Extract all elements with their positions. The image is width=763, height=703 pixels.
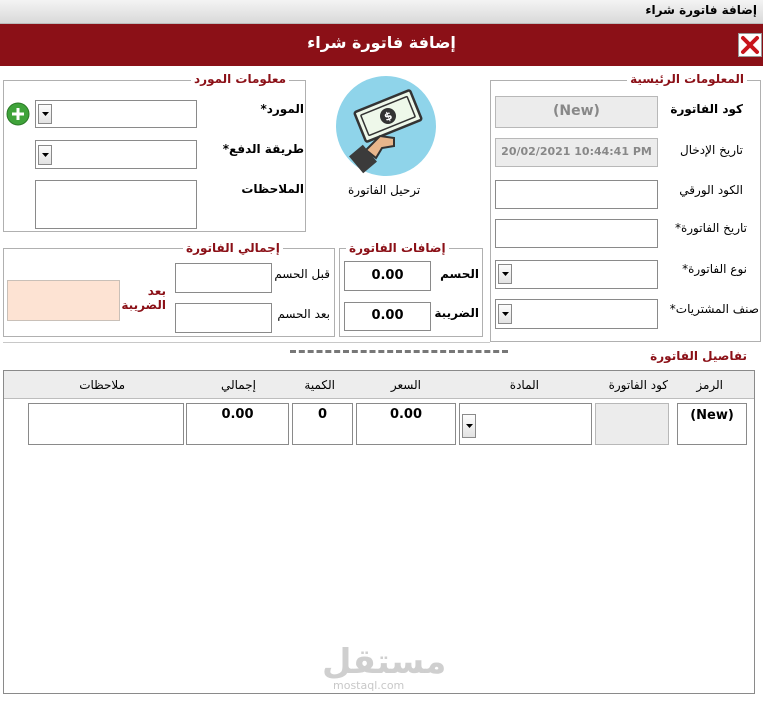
- row-price-input[interactable]: 0.00: [356, 403, 456, 445]
- column-header-total: إجمالي: [220, 378, 256, 392]
- dropdown-arrow-icon: [465, 424, 473, 428]
- invoice-additions-legend: إضافات الفاتورة: [346, 241, 449, 255]
- column-header-item: المادة: [509, 378, 539, 392]
- after-discount-field: [175, 303, 272, 333]
- column-header-price: السعر: [390, 378, 421, 392]
- payment-method-select[interactable]: [35, 140, 197, 169]
- supplier-dropdown-button[interactable]: [38, 104, 52, 124]
- paper-code-input[interactable]: [495, 180, 658, 209]
- window-title: إضافة فاتورة شراء: [645, 3, 757, 17]
- add-icon: [6, 102, 30, 126]
- invoice-date-label: تاريخ الفاتورة*: [674, 221, 747, 235]
- form-title: إضافة فاتورة شراء: [307, 33, 456, 52]
- purchase-class-select[interactable]: [495, 299, 658, 329]
- row-invoice-code-field: [595, 403, 669, 445]
- invoice-type-select[interactable]: [495, 260, 658, 289]
- row-total-field: 0.00: [186, 403, 289, 445]
- close-button[interactable]: [738, 33, 762, 57]
- before-discount-field: [175, 263, 272, 293]
- column-header-code: الرمز: [696, 378, 723, 392]
- row-item-dropdown-button[interactable]: [462, 414, 476, 438]
- row-notes-input[interactable]: [28, 403, 184, 445]
- close-icon: [741, 36, 759, 54]
- watermark-logo: مستقل: [322, 642, 447, 682]
- post-invoice-button[interactable]: $: [336, 76, 436, 176]
- post-invoice-label: ترحيل الفاتورة: [348, 183, 421, 197]
- money-hand-icon: $: [336, 76, 436, 176]
- purchase-class-dropdown-button[interactable]: [498, 304, 512, 324]
- dropdown-arrow-icon: [501, 272, 509, 276]
- supplier-notes-label: الملاحظات: [241, 182, 304, 196]
- invoice-code-label: كود الفاتورة: [670, 102, 743, 116]
- row-item-select[interactable]: [459, 403, 592, 445]
- column-header-notes: ملاحظات: [79, 378, 125, 392]
- supplier-info-legend: معلومات المورد: [191, 72, 290, 86]
- entry-date-label: تاريخ الإدخال: [679, 143, 743, 157]
- invoice-totals-legend: إجمالي الفاتورة: [183, 241, 283, 255]
- after-discount-label: بعد الحسم: [277, 307, 330, 321]
- before-discount-label: قبل الحسم: [274, 267, 330, 281]
- invoice-type-dropdown-button[interactable]: [498, 264, 512, 284]
- tax-label: الضريبة: [434, 306, 479, 320]
- invoice-type-label: نوع الفاتورة*: [682, 262, 747, 276]
- details-title: تفاصيل الفاتورة: [650, 349, 747, 363]
- column-header-quantity: الكمية: [304, 378, 335, 392]
- invoice-code-field: (New): [495, 96, 658, 128]
- dashed-divider: [290, 350, 508, 353]
- main-info-legend: المعلومات الرئيسية: [627, 72, 747, 86]
- invoice-date-input[interactable]: [495, 219, 658, 248]
- window-titlebar: إضافة فاتورة شراء: [0, 0, 763, 24]
- dropdown-arrow-icon: [41, 153, 49, 157]
- dropdown-arrow-icon: [501, 312, 509, 316]
- add-supplier-button[interactable]: [6, 102, 30, 126]
- form-header: إضافة فاتورة شراء: [0, 24, 763, 66]
- supplier-notes-input[interactable]: [35, 180, 197, 229]
- row-code-field: (New): [677, 403, 747, 445]
- purchase-class-label: صنف المشتريات*: [669, 302, 759, 316]
- payment-method-dropdown-button[interactable]: [38, 145, 52, 165]
- payment-method-label: طريقة الدفع*: [222, 142, 304, 156]
- watermark-url: mostaql.com: [333, 679, 405, 692]
- discount-input[interactable]: 0.00: [344, 261, 431, 291]
- supplier-select[interactable]: [35, 100, 197, 128]
- entry-date-field: 20/02/2021 10:44:41 PM: [495, 138, 658, 167]
- after-tax-label: بعد الضريبة: [121, 284, 166, 312]
- row-quantity-input[interactable]: 0: [292, 403, 353, 445]
- separator-line: [3, 342, 490, 343]
- paper-code-label: الكود الورقي: [679, 183, 743, 197]
- after-tax-field: [7, 280, 120, 321]
- supplier-label: المورد*: [260, 102, 304, 116]
- discount-label: الحسم: [440, 267, 479, 281]
- dropdown-arrow-icon: [41, 112, 49, 116]
- tax-input[interactable]: 0.00: [344, 302, 431, 331]
- column-header-invoice-code: كود الفاتورة: [608, 378, 668, 392]
